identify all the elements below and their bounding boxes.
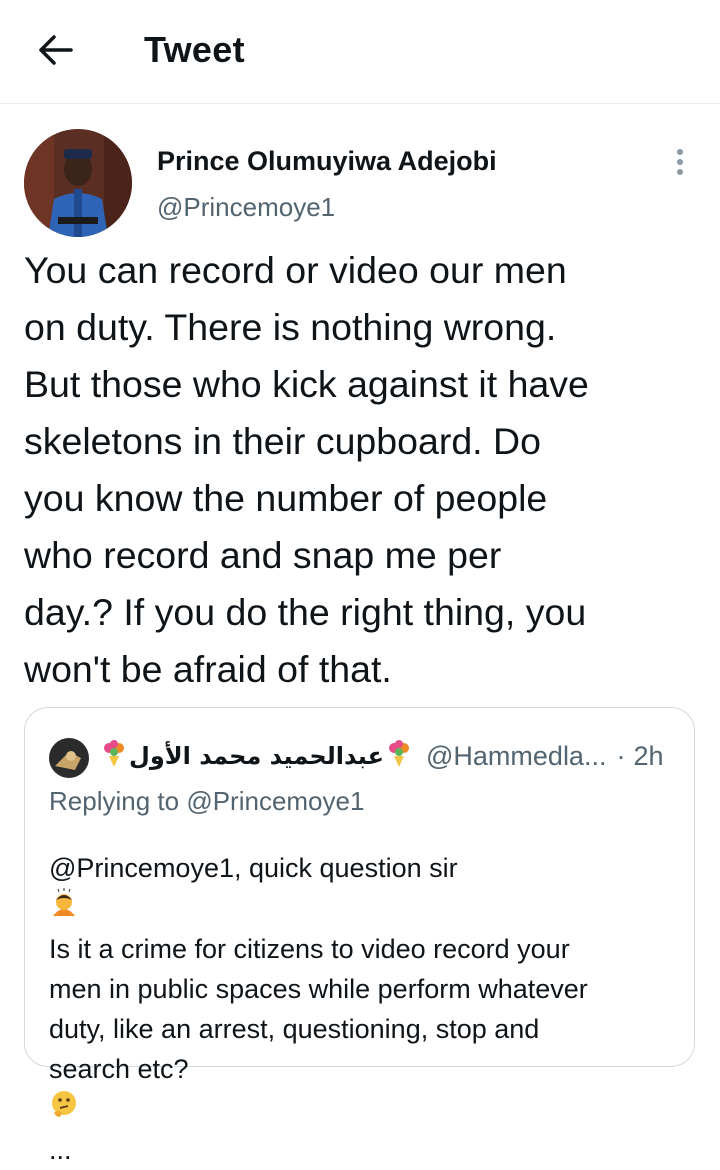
quoted-text-line: duty, like an arrest, questioning, stop … bbox=[49, 1014, 540, 1044]
replying-to-mention[interactable]: @Princemoye1 bbox=[186, 786, 364, 816]
quoted-timestamp: 2h bbox=[633, 740, 664, 771]
tweet-text-line: won't be afraid of that. bbox=[24, 648, 392, 690]
quoted-tweet-card[interactable]: عبدالحميد محمد الأول @Hammedla... · 2h R… bbox=[24, 707, 695, 1165]
arrow-left-icon bbox=[39, 35, 73, 65]
tweet-text-line: you know the number of people bbox=[24, 477, 548, 519]
separator-dot: · bbox=[616, 740, 626, 771]
tweet-text-line: You can record or video our men bbox=[24, 249, 567, 291]
tweet-text-line: skeletons in their cupboard. Do bbox=[24, 420, 541, 462]
tweet-text-line: But those who kick against it have bbox=[24, 363, 589, 405]
quoted-text-segment: @Princemoye1, quick question sir bbox=[49, 853, 458, 883]
top-bar: Tweet bbox=[0, 0, 720, 104]
author-avatar[interactable] bbox=[24, 129, 132, 237]
quoted-text-segment: search etc? bbox=[49, 1054, 189, 1084]
replying-to-label: Replying to bbox=[49, 786, 180, 816]
replying-to-line: Replying to @Princemoye1 bbox=[49, 784, 364, 818]
person-bowing-icon bbox=[49, 888, 689, 929]
quoted-author-row: عبدالحميد محمد الأول @Hammedla... · 2h bbox=[99, 736, 664, 776]
author-handle[interactable]: @Princemoye1 bbox=[157, 190, 335, 224]
quoted-author-avatar[interactable] bbox=[49, 738, 89, 778]
quoted-author-name[interactable]: عبدالحميد محمد الأول bbox=[129, 742, 384, 770]
tweet-text-line: who record and snap me per bbox=[24, 534, 502, 576]
back-button[interactable] bbox=[34, 30, 78, 70]
quoted-text-line: men in public spaces while perform whate… bbox=[49, 974, 588, 1004]
quoted-tweet-text: @Princemoye1, quick question sir Is it a… bbox=[49, 848, 689, 1170]
author-name[interactable]: Prince Olumuyiwa Adejobi bbox=[157, 144, 497, 178]
bouquet-icon bbox=[99, 738, 129, 775]
quoted-text-line: Is it a crime for citizens to video reco… bbox=[49, 934, 570, 964]
tweet-text: You can record or video our men on duty.… bbox=[24, 242, 714, 698]
quoted-text-line: @Princemoye1, quick question sir bbox=[49, 848, 689, 929]
bouquet-icon bbox=[384, 738, 414, 775]
vertical-dots-icon bbox=[677, 149, 683, 175]
thinking-face-icon bbox=[49, 1089, 689, 1130]
tweet-text-line: on duty. There is nothing wrong. bbox=[24, 306, 557, 348]
tweet-text-line: day.? If you do the right thing, you bbox=[24, 591, 587, 633]
quoted-text-line: search etc? ... bbox=[49, 1049, 689, 1170]
more-options-button[interactable] bbox=[664, 145, 696, 179]
truncation-ellipsis: ... bbox=[49, 1135, 72, 1165]
quoted-author-handle[interactable]: @Hammedla... bbox=[426, 741, 606, 772]
page-title: Tweet bbox=[144, 29, 245, 70]
